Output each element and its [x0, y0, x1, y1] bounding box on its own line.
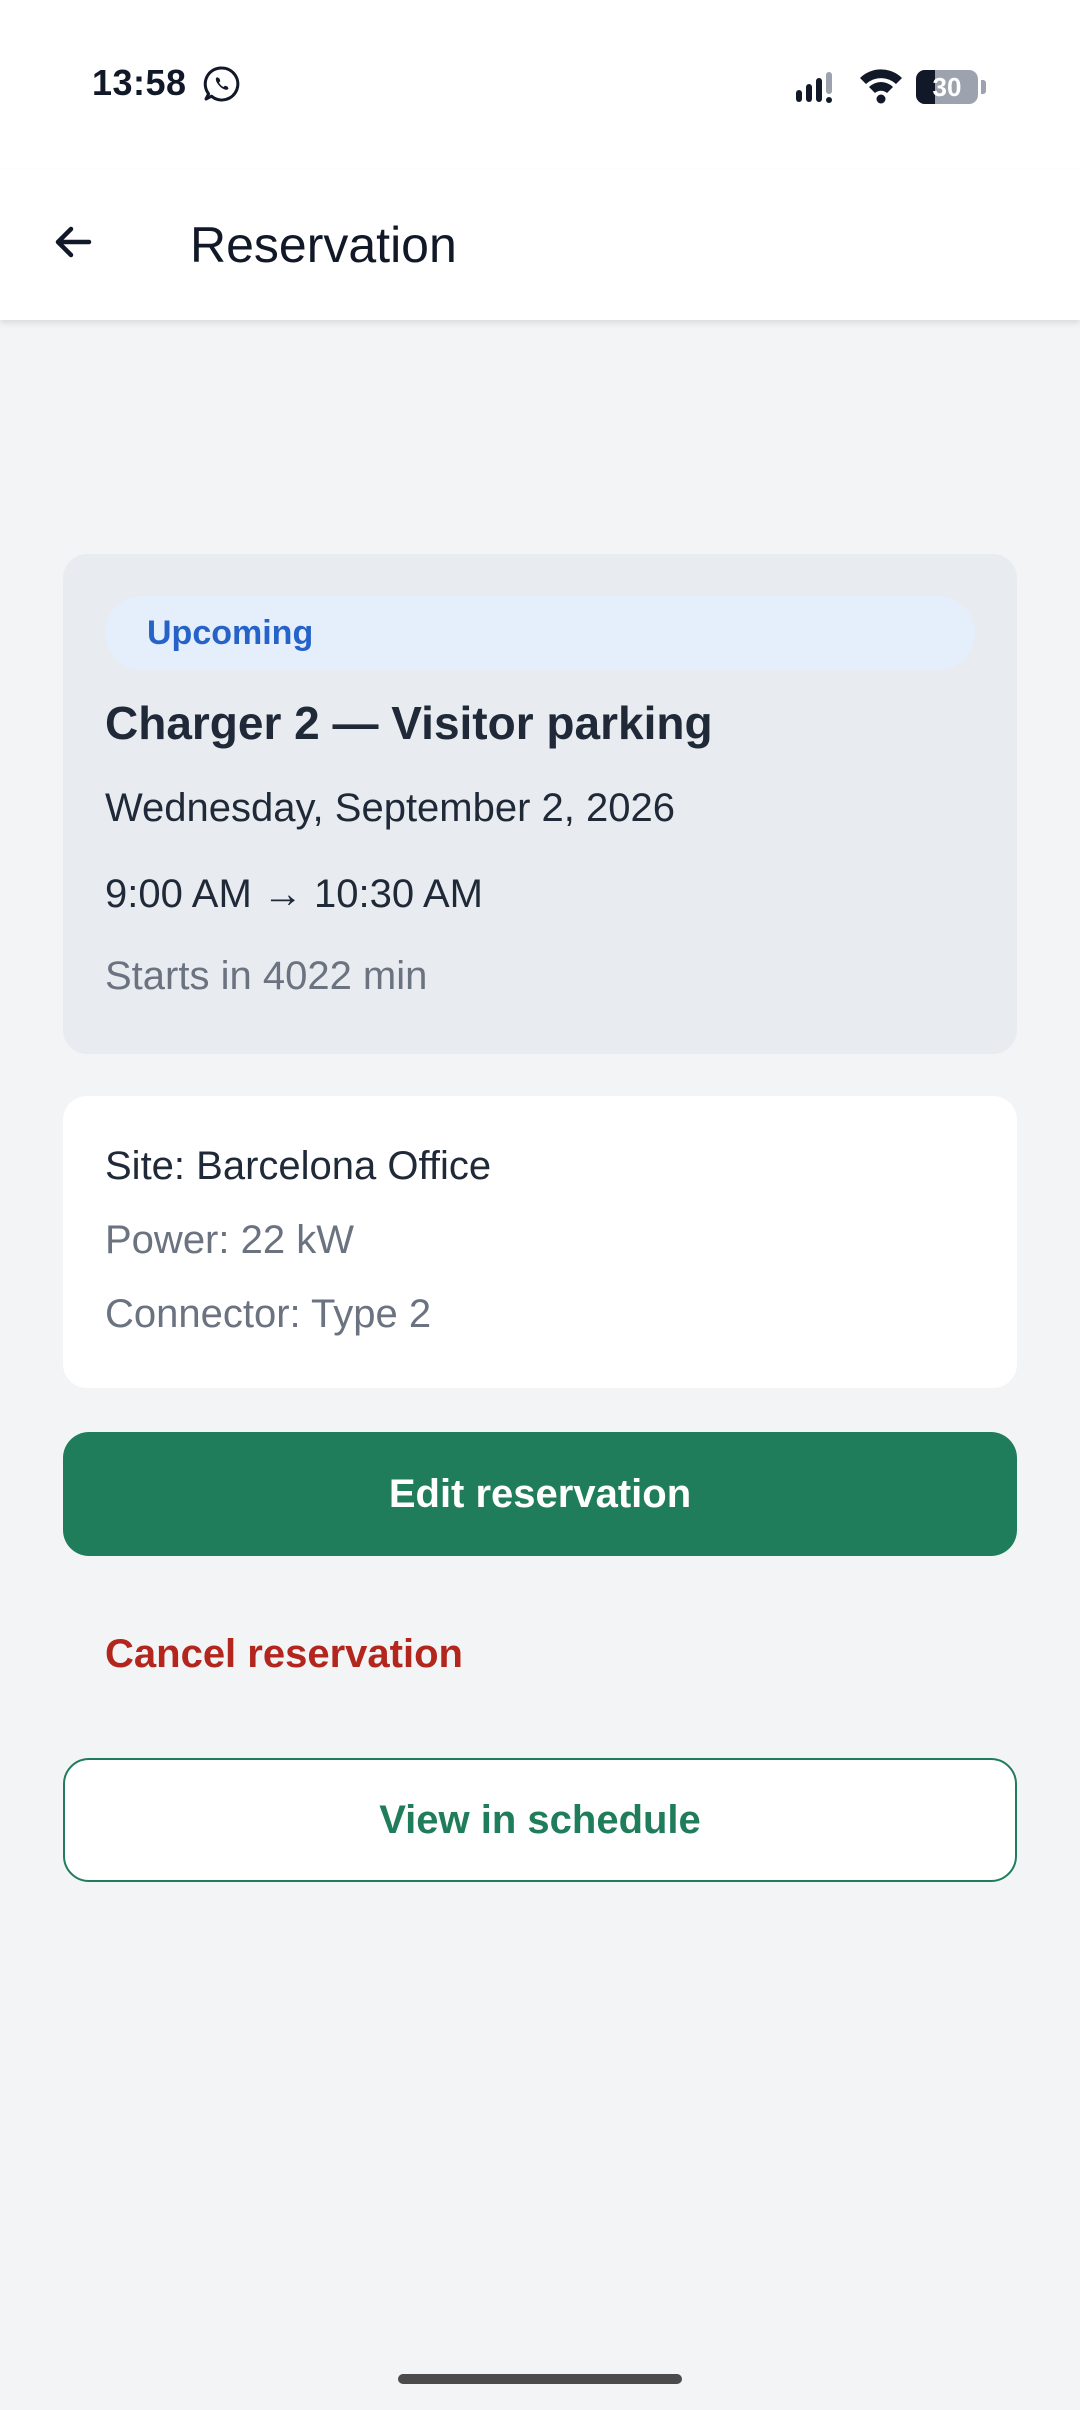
reservation-countdown: Starts in 4022 min: [105, 954, 428, 998]
home-indicator[interactable]: [398, 2374, 682, 2384]
reservation-time-range: 9:00 AM → 10:30 AM: [105, 872, 483, 916]
cancel-reservation-button[interactable]: Cancel reservation: [105, 1632, 463, 1677]
reservation-date: Wednesday, September 2, 2026: [105, 786, 675, 830]
page-title: Reservation: [190, 217, 457, 273]
detail-connector: Connector: Type 2: [105, 1292, 432, 1336]
wifi-icon: [860, 69, 902, 104]
battery-level: 30: [932, 72, 962, 102]
view-in-schedule-button[interactable]: View in schedule: [63, 1758, 1017, 1882]
charger-title: Charger 2 — Visitor parking: [105, 697, 713, 749]
detail-site: Site: Barcelona Office: [105, 1144, 492, 1188]
status-badge: Upcoming: [105, 596, 975, 670]
edit-reservation-button[interactable]: Edit reservation: [63, 1432, 1017, 1556]
reservation-summary-card: Upcoming Charger 2 — Visitor parking Wed…: [63, 554, 1017, 1054]
status-time: 13:58: [92, 62, 187, 103]
arrow-left-icon: [55, 226, 92, 258]
status-badge-label: Upcoming: [147, 614, 314, 652]
back-button[interactable]: [38, 207, 108, 277]
detail-power: Power: 22 kW: [105, 1218, 354, 1262]
signal-icon: [796, 72, 832, 103]
status-bar: 13:58 30: [0, 0, 1080, 170]
battery-icon: 30: [916, 70, 988, 104]
whatsapp-icon: [203, 66, 240, 102]
app-bar: Reservation: [0, 170, 1080, 320]
charger-details-card: Site: Barcelona Office Power: 22 kW Conn…: [63, 1096, 1017, 1388]
